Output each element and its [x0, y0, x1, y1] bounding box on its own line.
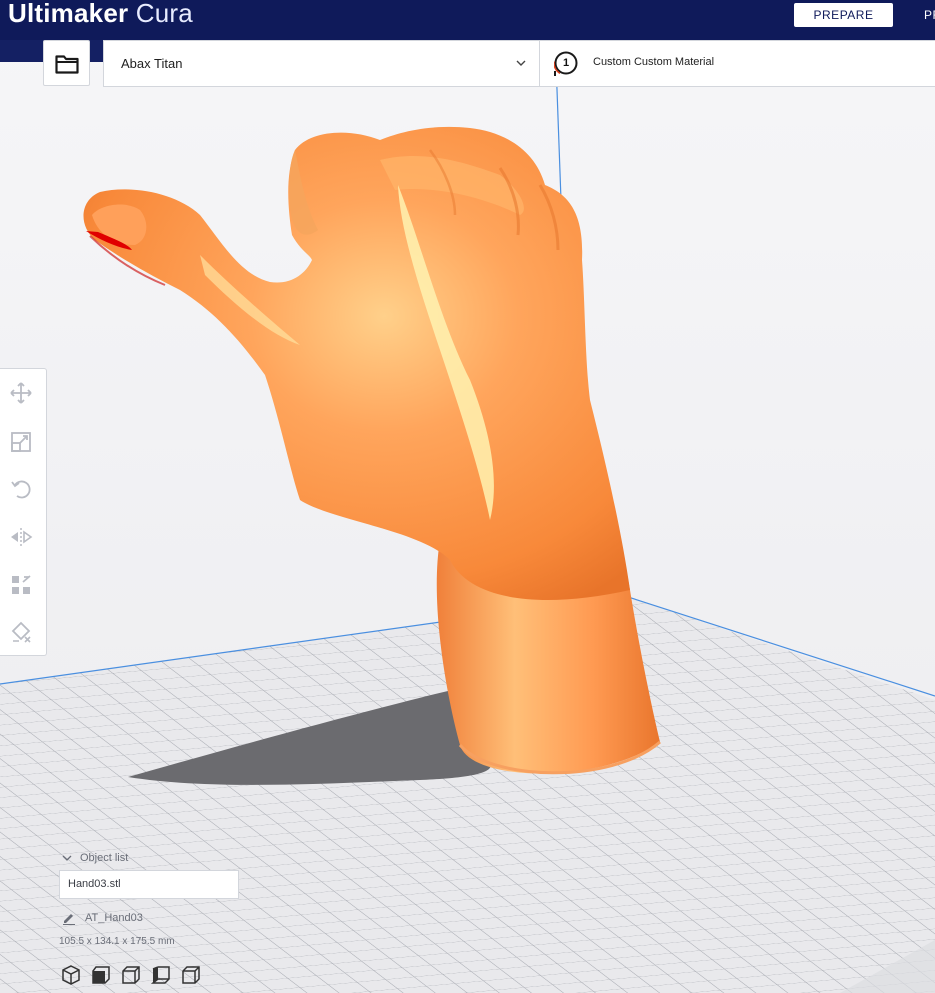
- open-file-button[interactable]: [43, 40, 90, 86]
- material-selector[interactable]: 1 Custom Custom Material: [539, 40, 935, 87]
- job-name-label: AT_Hand03: [85, 911, 143, 924]
- support-blocker-icon[interactable]: [9, 621, 33, 645]
- left-view-icon[interactable]: [150, 964, 172, 986]
- object-file-name: Hand03.stl: [68, 878, 121, 890]
- chevron-down-icon: [516, 60, 526, 66]
- brand-product: Cura: [135, 0, 193, 28]
- stage-preview-button[interactable]: PR: [924, 3, 935, 27]
- object-list-item[interactable]: Hand03.stl: [59, 870, 239, 899]
- 3d-view-icon[interactable]: [60, 964, 82, 986]
- top-view-icon[interactable]: [120, 964, 142, 986]
- viewport-3d[interactable]: [0, 0, 935, 993]
- folder-icon: [55, 55, 79, 74]
- material-name: Custom Custom Material: [593, 56, 715, 68]
- stage-prepare-button[interactable]: PREPARE: [794, 3, 893, 27]
- app-logo: Ultimaker Cura: [8, 0, 193, 29]
- scale-icon[interactable]: [9, 430, 33, 454]
- printer-selector[interactable]: Abax Titan: [103, 40, 540, 87]
- front-view-icon[interactable]: [90, 964, 112, 986]
- cura-window: Ultimaker Cura PREPARE PR Abax Titan 1 C…: [0, 0, 935, 993]
- move-icon[interactable]: [9, 381, 33, 405]
- printer-name: Abax Titan: [121, 56, 183, 71]
- object-list-toggle[interactable]: Object list: [62, 852, 128, 864]
- extruder-number: 1: [562, 57, 570, 69]
- tool-panel: [0, 368, 47, 656]
- per-model-settings-icon[interactable]: [9, 573, 33, 597]
- model-dimensions: 105.5 x 134.1 x 175.5 mm: [59, 936, 175, 947]
- chevron-down-icon: [62, 855, 72, 862]
- pencil-icon: [63, 914, 75, 925]
- job-name[interactable]: AT_Hand03: [62, 911, 143, 925]
- brand-name: Ultimaker: [8, 0, 129, 28]
- mirror-icon[interactable]: [9, 525, 33, 549]
- right-view-icon[interactable]: [180, 964, 202, 986]
- rotate-icon[interactable]: [9, 477, 33, 501]
- object-list-label: Object list: [80, 852, 129, 864]
